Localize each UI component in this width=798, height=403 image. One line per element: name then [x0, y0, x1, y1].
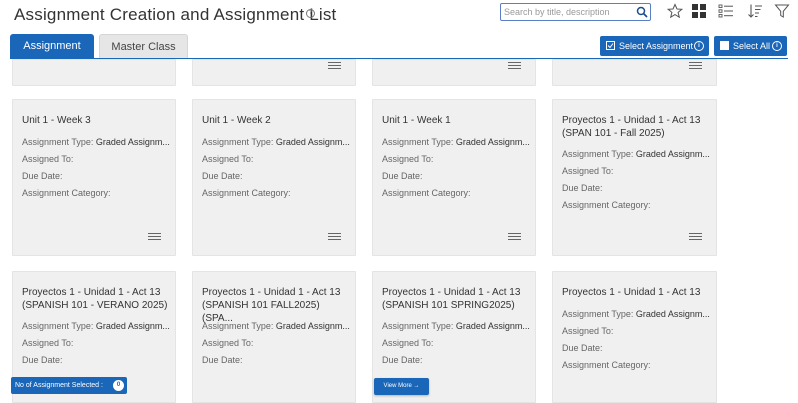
assignment-category-field: Assignment Category:: [562, 200, 651, 210]
card-title: Proyectos 1 - Unidad 1 - Act 13 (SPAN 10…: [562, 115, 701, 139]
select-all-label: Select All: [733, 41, 771, 51]
selected-count-value: 0: [113, 380, 124, 391]
assigned-to-field: Assigned To:: [202, 338, 254, 348]
field-value: Graded Assignm...: [635, 309, 710, 319]
select-assignment-label: Select Assignment: [619, 41, 694, 51]
field-label: Assignment Type:: [562, 309, 634, 319]
search-icon[interactable]: [636, 6, 648, 18]
assigned-to-field: Assigned To:: [22, 338, 74, 348]
due-date-field: Due Date:: [22, 355, 63, 365]
assigned-to-field: Assigned To:: [382, 338, 434, 348]
assignment-card[interactable]: [372, 59, 536, 86]
assigned-to-field: Assigned To:: [562, 166, 614, 176]
field-value: Graded Assignm...: [95, 321, 170, 331]
favorite-star-icon[interactable]: [667, 3, 683, 19]
field-value: Graded Assignm...: [455, 137, 530, 147]
due-date-field: Due Date:: [382, 171, 423, 181]
filter-icon[interactable]: [774, 3, 790, 19]
selected-count-label: No of Assignment Selected :: [15, 382, 103, 389]
field-label: Assignment Type:: [382, 321, 454, 331]
field-label: Assignment Type:: [22, 137, 94, 147]
menu-icon[interactable]: [689, 62, 702, 71]
checkbox-checked-icon: [606, 41, 615, 50]
assignment-category-field: Assignment Category:: [22, 188, 111, 198]
field-label: Assignment Type:: [22, 321, 94, 331]
menu-icon[interactable]: [148, 233, 161, 242]
tab-master-class[interactable]: Master Class: [99, 34, 188, 58]
due-date-field: Due Date:: [202, 355, 243, 365]
search-box[interactable]: [500, 3, 651, 21]
assigned-to-field: Assigned To:: [382, 154, 434, 164]
due-date-field: Due Date:: [562, 183, 603, 193]
select-all-button[interactable]: Select All i: [714, 36, 787, 56]
assignment-card[interactable]: [12, 59, 176, 86]
card-title: Unit 1 - Week 2: [202, 115, 271, 126]
info-icon[interactable]: i: [694, 41, 704, 51]
due-date-field: Due Date:: [202, 171, 243, 181]
field-value: Graded Assignm...: [95, 137, 170, 147]
assignment-card[interactable]: Proyectos 1 - Unidad 1 - Act 13 (SPANISH…: [192, 271, 356, 403]
field-value: Graded Assignm...: [455, 321, 530, 331]
assignment-card[interactable]: Unit 1 - Week 2 Assignment Type: Graded …: [192, 99, 356, 256]
select-assignment-button[interactable]: Select Assignment i: [600, 36, 709, 56]
tab-assignment[interactable]: Assignment: [10, 34, 94, 58]
assignment-type-field: Assignment Type: Graded Assignm...: [562, 309, 712, 320]
field-label: Assignment Type:: [202, 137, 274, 147]
assignment-category-field: Assignment Category:: [382, 188, 471, 198]
field-value: Graded Assignm...: [275, 137, 350, 147]
assignment-type-field: Assignment Type: Graded Assignm...: [382, 137, 532, 148]
assigned-to-field: Assigned To:: [22, 154, 74, 164]
sort-icon[interactable]: [747, 3, 763, 19]
page-title: Assignment Creation and Assignment List: [14, 5, 337, 24]
assignment-card[interactable]: Unit 1 - Week 1 Assignment Type: Graded …: [372, 99, 536, 256]
assignment-card[interactable]: Proyectos 1 - Unidad 1 - Act 13 Assignme…: [552, 271, 717, 403]
assignment-category-field: Assignment Category:: [202, 188, 291, 198]
card-title: Proyectos 1 - Unidad 1 - Act 13 (SPANISH…: [202, 287, 341, 324]
field-label: Assignment Type:: [382, 137, 454, 147]
due-date-field: Due Date:: [22, 171, 63, 181]
menu-icon[interactable]: [328, 62, 341, 71]
checkbox-icon: [720, 41, 729, 50]
assigned-to-field: Assigned To:: [562, 326, 614, 336]
assignment-card[interactable]: Unit 1 - Week 3 Assignment Type: Graded …: [12, 99, 176, 256]
card-title: Unit 1 - Week 1: [382, 115, 451, 126]
assignment-type-field: Assignment Type: Graded Assignm...: [22, 321, 172, 332]
card-title: Proyectos 1 - Unidad 1 - Act 13 (SPANISH…: [22, 287, 168, 311]
assignment-card[interactable]: Proyectos 1 - Unidad 1 - Act 13 (SPAN 10…: [552, 99, 717, 256]
card-title: Unit 1 - Week 3: [22, 115, 91, 126]
grid-view-icon[interactable]: [691, 3, 707, 19]
menu-icon[interactable]: [508, 62, 521, 71]
menu-icon[interactable]: [689, 233, 702, 242]
field-label: Assignment Type:: [202, 321, 274, 331]
assigned-to-field: Assigned To:: [202, 154, 254, 164]
selected-count-badge: No of Assignment Selected : 0: [11, 377, 127, 394]
due-date-field: Due Date:: [382, 355, 423, 365]
card-title: Proyectos 1 - Unidad 1 - Act 13: [562, 287, 701, 298]
assignment-type-field: Assignment Type: Graded Assignm...: [202, 321, 352, 332]
assignment-category-field: Assignment Category:: [562, 360, 651, 370]
assignment-card[interactable]: [192, 59, 356, 86]
assignment-type-field: Assignment Type: Graded Assignm...: [562, 149, 712, 160]
assignment-card[interactable]: [552, 59, 717, 86]
field-label: Assignment Type:: [562, 149, 634, 159]
field-value: Graded Assignm...: [275, 321, 350, 331]
list-view-icon[interactable]: [718, 3, 734, 19]
due-date-field: Due Date:: [562, 343, 603, 353]
assignment-type-field: Assignment Type: Graded Assignm...: [202, 137, 352, 148]
assignment-type-field: Assignment Type: Graded Assignm...: [22, 137, 172, 148]
view-more-button[interactable]: View More →: [374, 378, 429, 395]
field-value: Graded Assignm...: [635, 149, 710, 159]
help-icon[interactable]: ?: [306, 9, 315, 18]
search-input[interactable]: [504, 5, 632, 19]
menu-icon[interactable]: [328, 233, 341, 242]
card-title: Proyectos 1 - Unidad 1 - Act 13 (SPANISH…: [382, 287, 521, 311]
menu-icon[interactable]: [508, 233, 521, 242]
page-header: Assignment Creation and Assignment List …: [0, 0, 798, 30]
info-icon[interactable]: i: [772, 41, 782, 51]
assignment-type-field: Assignment Type: Graded Assignm...: [382, 321, 532, 332]
